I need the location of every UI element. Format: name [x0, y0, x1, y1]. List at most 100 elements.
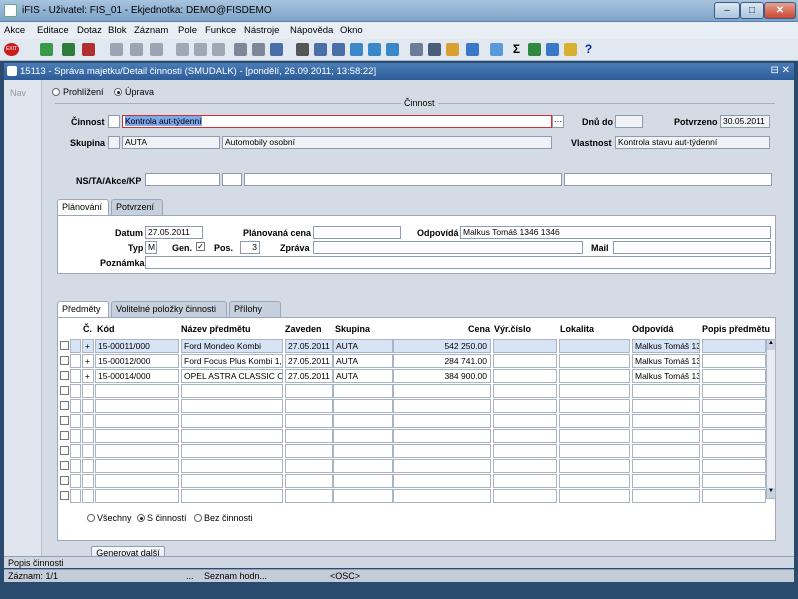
- chart-icon[interactable]: [466, 43, 479, 56]
- row-expand-cell[interactable]: +: [82, 369, 94, 383]
- help-icon[interactable]: ?: [582, 43, 595, 56]
- row-odp-cell[interactable]: [632, 429, 700, 443]
- row-cislo-cell[interactable]: [70, 399, 81, 413]
- row-select-checkbox[interactable]: [60, 476, 69, 485]
- info-icon[interactable]: [564, 43, 577, 56]
- row-odp-cell[interactable]: [632, 489, 700, 503]
- menu-funkce[interactable]: Funkce: [205, 25, 236, 36]
- row-vyr-cell[interactable]: [493, 414, 557, 428]
- save-icon[interactable]: [40, 43, 53, 56]
- row-popis-cell[interactable]: [702, 369, 766, 383]
- row-expand-cell[interactable]: [82, 489, 94, 503]
- row-expand-cell[interactable]: [82, 474, 94, 488]
- row-lok-cell[interactable]: [559, 489, 630, 503]
- row-kod-cell[interactable]: [95, 429, 179, 443]
- row-zav-cell[interactable]: [285, 474, 333, 488]
- window-icon[interactable]: [270, 43, 283, 56]
- row-lok-cell[interactable]: [559, 354, 630, 368]
- sort-asc-icon[interactable]: [176, 43, 189, 56]
- row-popis-cell[interactable]: [702, 354, 766, 368]
- row-cena-cell[interactable]: [393, 414, 491, 428]
- row-vyr-cell[interactable]: [493, 369, 557, 383]
- row-vyr-cell[interactable]: [493, 354, 557, 368]
- print-icon[interactable]: [234, 43, 247, 56]
- tab-prilohy[interactable]: Přílohy: [229, 301, 281, 317]
- row-sk-cell[interactable]: [333, 459, 393, 473]
- menu-nastroje[interactable]: Nástroje: [244, 25, 279, 36]
- cinnost-code-field[interactable]: [108, 115, 120, 128]
- odpovida-field[interactable]: Malkus Tomáš 1346 1346: [460, 226, 771, 239]
- row-expand-cell[interactable]: [82, 444, 94, 458]
- row-sk-cell[interactable]: [333, 444, 393, 458]
- tools-icon[interactable]: [446, 43, 459, 56]
- excel-icon[interactable]: [528, 43, 541, 56]
- nav-label[interactable]: Nav: [10, 88, 26, 98]
- row-zav-cell[interactable]: [285, 489, 333, 503]
- row-cena-cell[interactable]: [393, 399, 491, 413]
- skupina-name-field[interactable]: Automobily osobní: [222, 136, 552, 149]
- row-cislo-cell[interactable]: [70, 354, 81, 368]
- row-odp-cell[interactable]: [632, 399, 700, 413]
- row-select-checkbox[interactable]: [60, 386, 69, 395]
- row-cena-cell[interactable]: 542 250.00: [393, 339, 491, 353]
- scroll-down-icon[interactable]: ▼: [767, 488, 775, 498]
- row-odp-cell[interactable]: Malkus Tomáš 134: [632, 369, 700, 383]
- row-expand-cell[interactable]: [82, 429, 94, 443]
- row-nazev-cell[interactable]: [181, 489, 283, 503]
- typ-field[interactable]: M: [145, 241, 157, 254]
- mode-view-radio[interactable]: [52, 88, 60, 96]
- row-nazev-cell[interactable]: Ford Focus Plus Kombi 1,6: [181, 354, 283, 368]
- row-lok-cell[interactable]: [559, 399, 630, 413]
- row-kod-cell[interactable]: 15-00012/000: [95, 354, 179, 368]
- dnu-do-field[interactable]: [615, 115, 643, 128]
- query-run-icon[interactable]: [130, 43, 143, 56]
- row-expand-cell[interactable]: [82, 459, 94, 473]
- row-kod-cell[interactable]: [95, 474, 179, 488]
- clock-icon[interactable]: [490, 43, 503, 56]
- query-cancel-icon[interactable]: [150, 43, 163, 56]
- row-cislo-cell[interactable]: [70, 459, 81, 473]
- row-zav-cell[interactable]: [285, 444, 333, 458]
- row-vyr-cell[interactable]: [493, 459, 557, 473]
- row-cislo-cell[interactable]: [70, 369, 81, 383]
- edit-icon[interactable]: [350, 43, 363, 56]
- row-sk-cell[interactable]: [333, 384, 393, 398]
- row-expand-cell[interactable]: +: [82, 339, 94, 353]
- row-cena-cell[interactable]: [393, 444, 491, 458]
- cinnost-field[interactable]: Kontrola aut-týdenní: [122, 115, 552, 128]
- cut-icon[interactable]: [296, 43, 309, 56]
- form-window-controls[interactable]: ⊟ ✕: [770, 65, 790, 76]
- row-kod-cell[interactable]: [95, 444, 179, 458]
- akce-field[interactable]: [244, 173, 562, 186]
- row-vyr-cell[interactable]: [493, 489, 557, 503]
- skupina-check-field[interactable]: [108, 136, 120, 149]
- row-zav-cell[interactable]: [285, 384, 333, 398]
- row-cislo-cell[interactable]: [70, 489, 81, 503]
- mail-field[interactable]: [613, 241, 771, 254]
- kp-field[interactable]: [564, 173, 772, 186]
- row-vyr-cell[interactable]: [493, 444, 557, 458]
- row-sk-cell[interactable]: AUTA: [333, 339, 393, 353]
- row-kod-cell[interactable]: [95, 459, 179, 473]
- row-sk-cell[interactable]: AUTA: [333, 369, 393, 383]
- row-vyr-cell[interactable]: [493, 429, 557, 443]
- row-zav-cell[interactable]: 27.05.2011: [285, 339, 333, 353]
- row-odp-cell[interactable]: Malkus Tomáš 134: [632, 354, 700, 368]
- potvrzeno-field[interactable]: 30.05.2011: [720, 115, 770, 128]
- menu-napoveda[interactable]: Nápověda: [290, 25, 333, 36]
- tab-volitelne-polozky[interactable]: Volitelné položky činnosti: [111, 301, 227, 317]
- form-icon[interactable]: [410, 43, 423, 56]
- row-select-checkbox[interactable]: [60, 371, 69, 380]
- row-cislo-cell[interactable]: [70, 339, 81, 353]
- row-select-checkbox[interactable]: [60, 431, 69, 440]
- row-zav-cell[interactable]: [285, 429, 333, 443]
- maximize-button[interactable]: □: [740, 2, 764, 19]
- row-vyr-cell[interactable]: [493, 474, 557, 488]
- row-vyr-cell[interactable]: [493, 399, 557, 413]
- row-popis-cell[interactable]: [702, 474, 766, 488]
- pos-field[interactable]: 3: [240, 241, 260, 254]
- row-lok-cell[interactable]: [559, 474, 630, 488]
- row-sk-cell[interactable]: [333, 399, 393, 413]
- preview-icon[interactable]: [252, 43, 265, 56]
- row-sk-cell[interactable]: [333, 474, 393, 488]
